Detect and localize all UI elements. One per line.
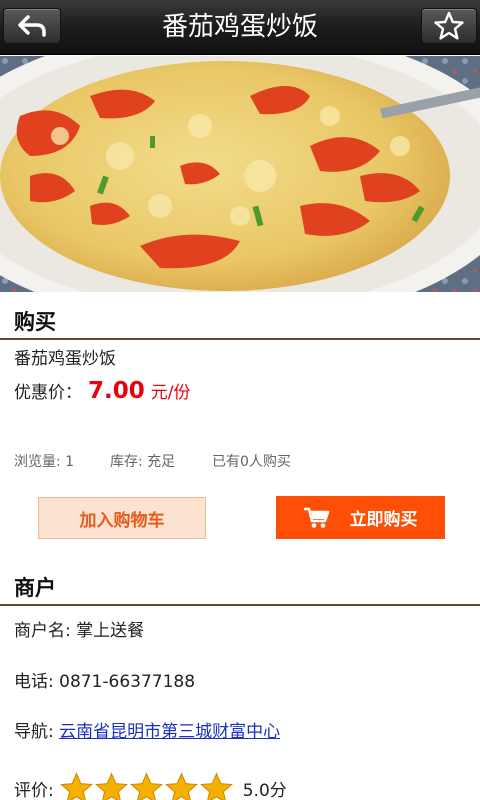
star-filled-icon (129, 772, 163, 800)
price-line: 优惠价： 7.00 元/份 (14, 378, 190, 404)
merchant-section-divider (0, 604, 480, 606)
cart-icon (303, 507, 329, 528)
merchant-section-title: 商户 (14, 576, 56, 600)
star-filled-icon (164, 772, 198, 800)
rating-label: 评价: (14, 781, 54, 800)
add-to-cart-button[interactable]: 加入购物车 (38, 497, 206, 539)
star-outline-icon (434, 11, 464, 40)
view-count: 浏览量: 1 (14, 454, 75, 470)
merchant-navigation: 导航: 云南省昆明市第三城财富中心 (14, 717, 280, 742)
buy-now-label: 立即购买 (349, 510, 418, 530)
favorite-button[interactable] (421, 8, 477, 44)
rating-value: 5.0分 (242, 781, 287, 800)
buy-section-divider (0, 338, 480, 340)
navigation-address-link[interactable]: 云南省昆明市第三城财富中心 (59, 722, 280, 742)
back-button[interactable] (3, 8, 61, 44)
page-title: 番茄鸡蛋炒饭 (161, 12, 318, 42)
merchant-name: 商户名: 掌上送餐 (14, 621, 145, 641)
merchant-rating: 评价: 5.0分 (14, 772, 287, 800)
price-unit: 元/份 (150, 383, 191, 403)
product-name: 番茄鸡蛋炒饭 (14, 349, 116, 369)
star-filled-icon (59, 772, 93, 800)
price-label: 优惠价： (14, 383, 82, 403)
dish-photo (0, 56, 480, 292)
stock-status: 库存: 充足 (110, 454, 176, 470)
title-bar: 番茄鸡蛋炒饭 (0, 0, 480, 55)
buy-section-title: 购买 (14, 310, 56, 334)
price-value: 7.00 (88, 378, 145, 404)
star-filled-icon (199, 772, 233, 800)
navigation-label: 导航: (14, 722, 60, 742)
star-filled-icon (94, 772, 128, 800)
merchant-phone[interactable]: 电话: 0871-66377188 (14, 667, 195, 692)
sold-count: 已有0人购买 (212, 454, 291, 470)
rating-stars (59, 772, 235, 800)
add-to-cart-label: 加入购物车 (79, 510, 165, 531)
back-arrow-icon (18, 15, 46, 37)
buy-now-button[interactable]: 立即购买 (276, 496, 445, 539)
